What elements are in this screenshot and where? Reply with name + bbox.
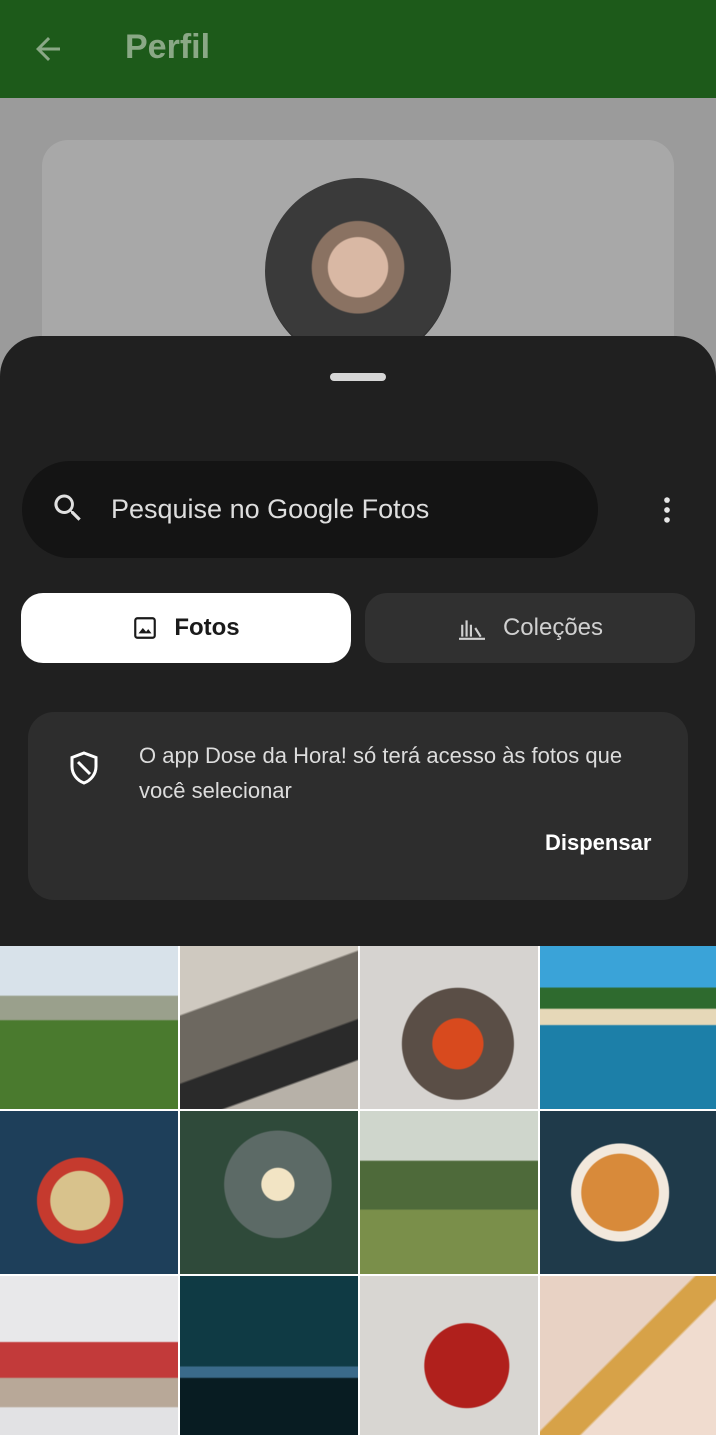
photo-thumbnail[interactable] (360, 946, 538, 1109)
tab-fotos[interactable]: Fotos (21, 593, 351, 663)
photo-thumbnail[interactable] (540, 1111, 716, 1274)
tab-colecoes-label: Coleções (502, 614, 604, 641)
collections-icon (458, 620, 485, 640)
privacy-notice-text: O app Dose da Hora! só terá acesso às fo… (139, 743, 623, 803)
arrow-left-icon[interactable] (30, 31, 66, 67)
image-icon (134, 617, 157, 639)
photo-thumbnail[interactable] (180, 1111, 358, 1274)
photo-thumbnail[interactable] (540, 1276, 716, 1435)
photo-thumbnail[interactable] (360, 1111, 538, 1274)
page-title: Perfil (125, 28, 211, 66)
more-vert-icon[interactable] (650, 490, 684, 530)
photo-thumbnail[interactable] (180, 1276, 358, 1435)
photo-thumbnail[interactable] (360, 1276, 538, 1435)
app-bar: Perfil (0, 0, 716, 98)
dismiss-button[interactable]: Dispensar (545, 830, 651, 856)
drag-handle[interactable] (330, 373, 386, 381)
photo-thumbnail[interactable] (540, 946, 716, 1109)
search-input[interactable]: Pesquise no Google Fotos (111, 494, 429, 525)
photo-thumbnail[interactable] (0, 1276, 178, 1435)
photo-thumbnail[interactable] (0, 946, 178, 1109)
photo-thumbnail[interactable] (0, 1111, 178, 1274)
tab-fotos-label: Fotos (174, 614, 240, 641)
tab-colecoes[interactable]: Coleções (365, 593, 695, 663)
photo-grid (0, 946, 716, 1435)
search-icon (54, 494, 81, 521)
shield-icon (70, 751, 98, 785)
photo-thumbnail[interactable] (180, 946, 358, 1109)
